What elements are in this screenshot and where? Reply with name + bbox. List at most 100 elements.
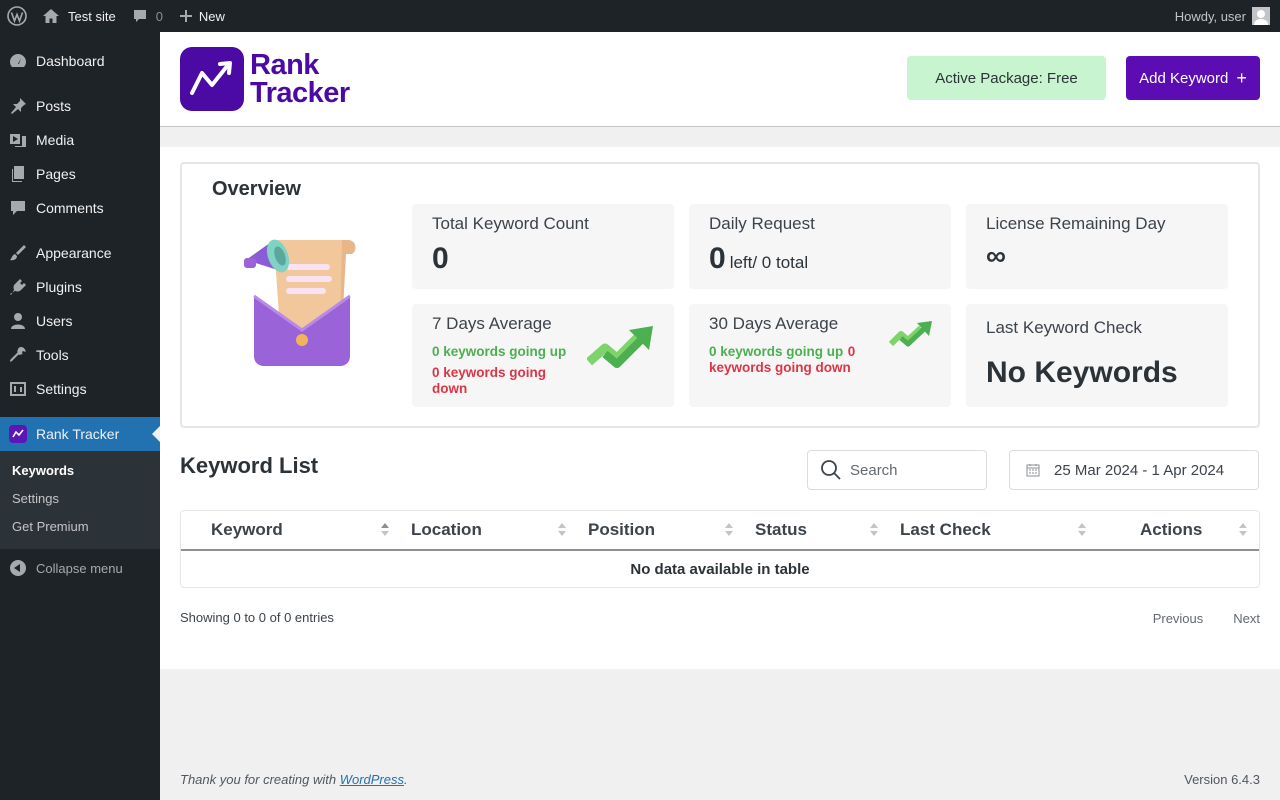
sidebar-item-label: Posts — [36, 98, 72, 114]
total-keyword-value: 0 — [432, 242, 449, 275]
column-header-actions[interactable]: Actions — [1140, 511, 1202, 549]
table-info: Showing 0 to 0 of 0 entries — [180, 610, 334, 625]
search-input[interactable] — [850, 461, 970, 479]
avg7-down: 0 keywords going down — [432, 365, 547, 396]
home-icon — [43, 9, 59, 23]
sidebar-item-plugins[interactable]: Plugins — [0, 270, 160, 304]
search-box[interactable] — [807, 450, 987, 490]
total-keyword-card: Total Keyword Count 0 — [412, 204, 674, 289]
site-name: Test site — [68, 8, 116, 24]
previous-button[interactable]: Previous — [1153, 609, 1204, 628]
submenu-item-keywords[interactable]: Keywords — [0, 457, 160, 485]
logo-chart-icon — [180, 47, 244, 111]
daily-request-card: Daily Request 0 left/ 0 total — [689, 204, 951, 289]
admin-sidebar: Dashboard Posts Media Pages Comments App… — [0, 32, 160, 800]
plugin-header: Rank Tracker Active Package: Free Add Ke… — [160, 32, 1280, 127]
column-header-last-check[interactable]: Last Check — [900, 511, 991, 549]
sidebar-item-label: Plugins — [36, 279, 82, 295]
table-header: Keyword Location Position Status Last Ch… — [181, 511, 1259, 551]
daily-request-suffix: left/ 0 total — [729, 253, 809, 272]
plus-icon: + — [1236, 67, 1247, 88]
add-keyword-label: Add Keyword — [1139, 69, 1229, 87]
sidebar-item-users[interactable]: Users — [0, 304, 160, 338]
footer-thanks-suffix: . — [404, 772, 408, 787]
sort-icon[interactable] — [725, 523, 733, 537]
sidebar-item-comments[interactable]: Comments — [0, 191, 160, 225]
license-card: License Remaining Day ∞ — [966, 204, 1228, 289]
sort-icon[interactable] — [1078, 523, 1086, 537]
overview-panel: Overview Total Keyword Count 0 Daily Req… — [180, 162, 1260, 428]
sidebar-item-media[interactable]: Media — [0, 123, 160, 157]
license-value: ∞ — [986, 240, 1006, 271]
last-check-label: Last Keyword Check — [986, 318, 1142, 337]
sidebar-item-settings[interactable]: Settings — [0, 372, 160, 406]
sidebar-item-label: Tools — [36, 347, 69, 363]
total-keyword-label: Total Keyword Count — [432, 214, 589, 233]
daily-request-value: 0 — [709, 242, 726, 275]
last-check-card: Last Keyword Check No Keywords — [966, 304, 1228, 407]
new-content-link[interactable]: New — [171, 0, 233, 32]
logo-text-line2: Tracker — [250, 77, 350, 109]
wordpress-link[interactable]: WordPress — [340, 772, 404, 787]
rank-tracker-submenu: Keywords Settings Get Premium — [0, 451, 160, 549]
column-header-location[interactable]: Location — [411, 511, 482, 549]
sidebar-item-tools[interactable]: Tools — [0, 338, 160, 372]
admin-bar: Test site 0 New Howdy, user — [0, 0, 1280, 32]
media-icon — [8, 130, 28, 150]
sidebar-item-pages[interactable]: Pages — [0, 157, 160, 191]
daily-request-label: Daily Request — [709, 214, 815, 233]
wrench-icon — [8, 345, 28, 365]
avg7-card: 7 Days Average 0 keywords going up 0 key… — [412, 304, 674, 407]
column-header-keyword[interactable]: Keyword — [211, 511, 283, 549]
main-area: Rank Tracker Active Package: Free Add Ke… — [160, 32, 1280, 669]
avg30-label: 30 Days Average — [709, 314, 839, 333]
footer-version: Version 6.4.3 — [1184, 772, 1260, 787]
envelope-megaphone-illustration — [244, 239, 356, 366]
date-range-picker[interactable]: 25 Mar 2024 - 1 Apr 2024 — [1009, 450, 1259, 490]
next-button[interactable]: Next — [1233, 609, 1260, 628]
comments-link[interactable]: 0 — [124, 0, 171, 32]
wordpress-logo-icon[interactable] — [0, 0, 34, 32]
sidebar-item-label: Users — [36, 313, 73, 329]
new-label: New — [198, 8, 225, 24]
trend-up-arrow-icon — [889, 321, 932, 347]
keyword-list-title: Keyword List — [180, 453, 319, 478]
rank-tracker-logo: Rank Tracker — [180, 47, 350, 111]
comments-count: 0 — [155, 8, 163, 24]
search-icon — [821, 460, 841, 480]
submenu-item-get-premium[interactable]: Get Premium — [0, 513, 160, 541]
column-header-position[interactable]: Position — [588, 511, 655, 549]
sort-icon[interactable] — [381, 523, 389, 537]
sidebar-item-label: Appearance — [36, 245, 112, 261]
sidebar-item-posts[interactable]: Posts — [0, 89, 160, 123]
logo-text-line1: Rank — [250, 49, 319, 81]
collapse-menu-button[interactable]: Collapse menu — [0, 551, 160, 585]
avg30-card: 30 Days Average 0 keywords going up 0 ke… — [689, 304, 951, 407]
sort-icon[interactable] — [1239, 523, 1247, 537]
trend-up-arrow-icon — [587, 326, 653, 368]
column-header-status[interactable]: Status — [755, 511, 807, 549]
brush-icon — [8, 243, 28, 263]
footer-thanks-prefix: Thank you for creating with — [180, 772, 340, 787]
sidebar-item-label: Dashboard — [36, 53, 105, 69]
date-range-value: 25 Mar 2024 - 1 Apr 2024 — [1054, 461, 1225, 479]
sidebar-item-appearance[interactable]: Appearance — [0, 236, 160, 270]
account-menu[interactable]: Howdy, user — [1175, 7, 1280, 25]
pages-icon — [8, 164, 28, 184]
avatar — [1252, 7, 1270, 25]
last-check-value: No Keywords — [986, 356, 1178, 389]
sort-icon[interactable] — [558, 523, 566, 537]
greeting: Howdy, user — [1174, 8, 1246, 24]
plugin-content: Overview Total Keyword Count 0 Daily Req… — [160, 147, 1280, 669]
submenu-item-settings[interactable]: Settings — [0, 485, 160, 513]
sort-icon[interactable] — [870, 523, 878, 537]
plus-icon — [179, 10, 192, 22]
add-keyword-button[interactable]: Add Keyword + — [1126, 56, 1260, 100]
plug-icon — [8, 277, 28, 297]
active-package-badge: Active Package: Free — [907, 56, 1106, 100]
sidebar-item-rank-tracker[interactable]: Rank Tracker — [0, 417, 160, 451]
avg30-up: 0 keywords going up — [709, 344, 844, 359]
site-link[interactable]: Test site — [34, 0, 124, 32]
sidebar-item-dashboard[interactable]: Dashboard — [0, 44, 160, 78]
collapse-arrow-icon — [10, 560, 26, 576]
